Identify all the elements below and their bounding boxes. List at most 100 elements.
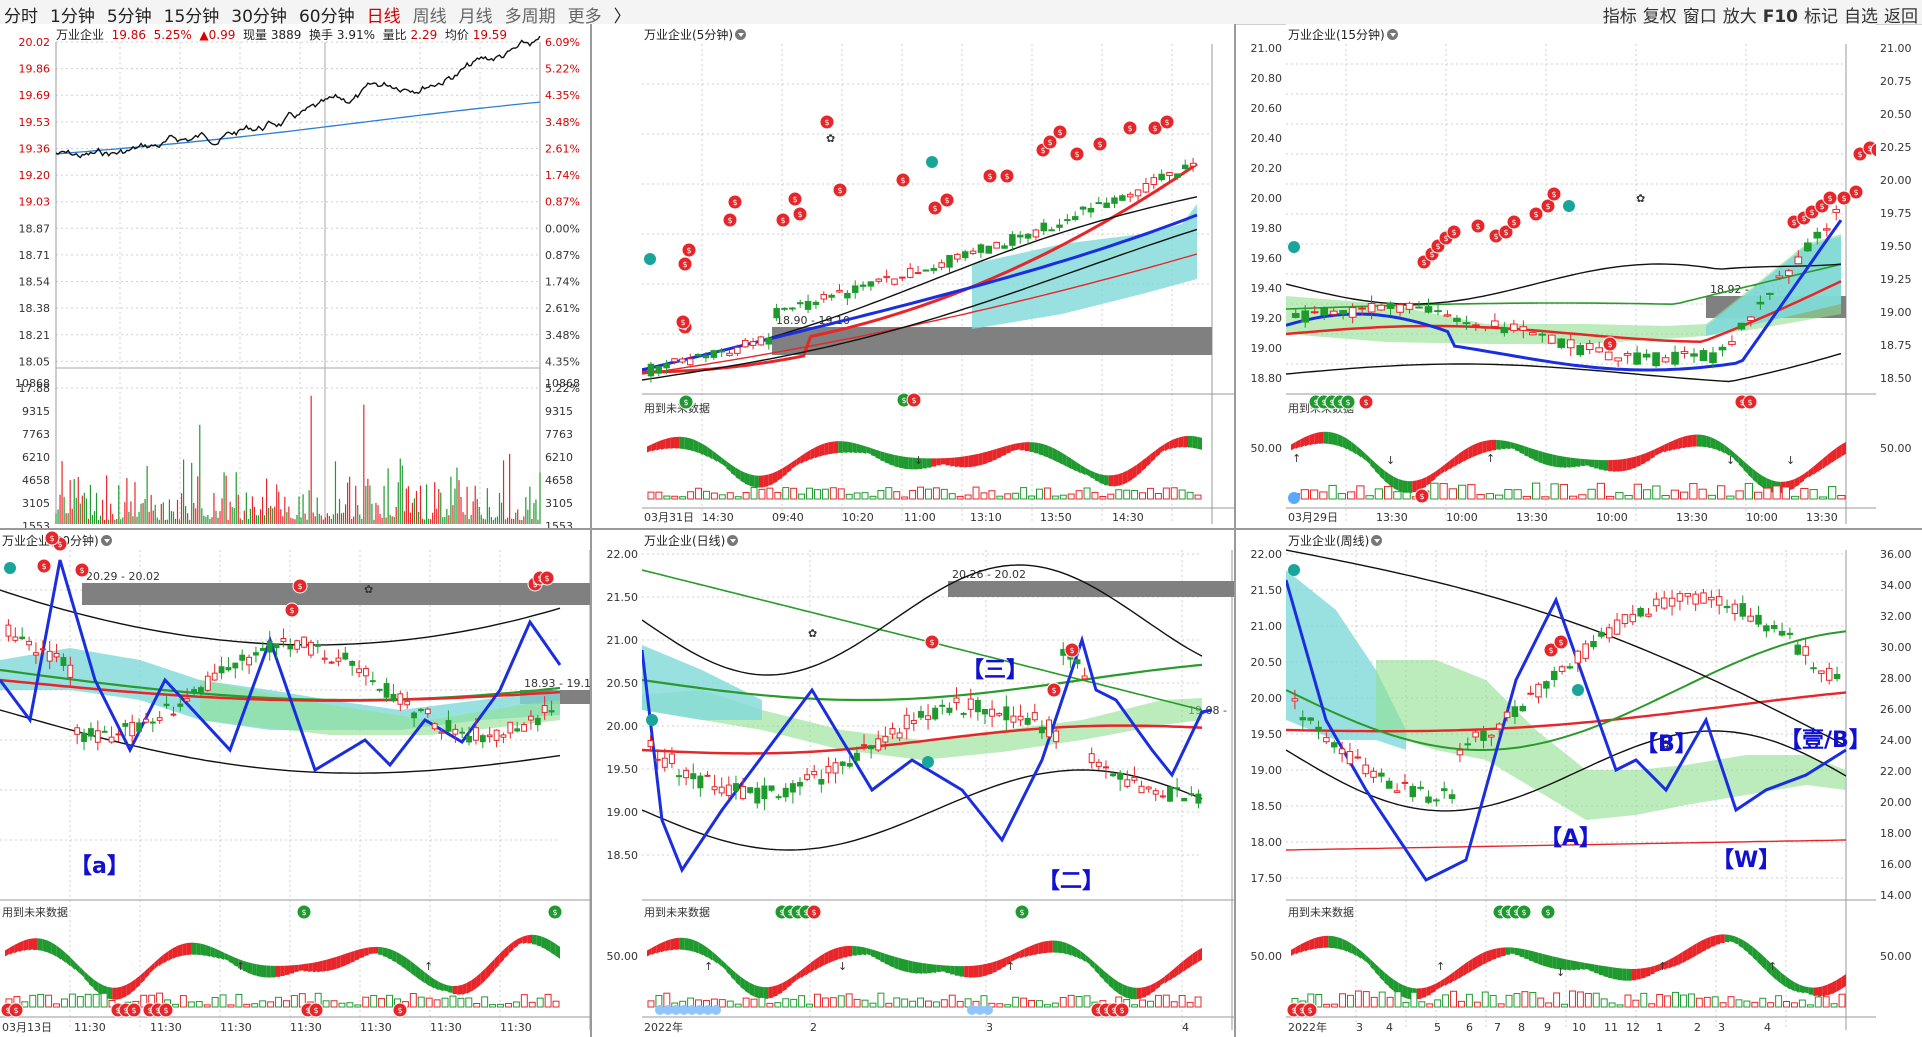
kline-candle (1590, 640, 1597, 648)
osc-volume-bar (1378, 991, 1386, 1008)
oscillator-band (1384, 470, 1389, 485)
osc-volume-bar (1806, 1004, 1814, 1008)
kline-candle (1071, 216, 1079, 220)
osc-volume-bar (1430, 482, 1439, 500)
chart-60min-panel[interactable]: 万业企业(60分钟) 20.29 - 20.0218.93 - 19.1$$$$… (0, 530, 590, 1037)
osc-volume-bar (1553, 992, 1561, 1008)
osc-volume-bar (845, 993, 853, 1008)
teal-signal-icon (644, 253, 656, 265)
osc-volume-bar (1814, 996, 1822, 1008)
butterfly-icon: ✿ (364, 583, 373, 596)
kline-candle (899, 276, 906, 279)
volume-tick: 7763 (22, 428, 50, 441)
kline-candle (1038, 726, 1045, 734)
kline-candle (1024, 717, 1031, 725)
volume-tick: 7763 (545, 428, 573, 441)
chart-60min-plot[interactable]: 20.29 - 20.0218.93 - 19.1$$$$$$$$$✿用到未来数… (0, 530, 590, 1037)
oscillator-band (112, 987, 117, 1000)
chart-15min-plot[interactable]: 18.92 - 19.10$$$$$$$$$$$$$$$$$$$$$$$✿用到未… (1286, 24, 1876, 528)
time-tick: 11:00 (904, 511, 936, 524)
signal-badge-icon-glyph: $ (1607, 340, 1612, 349)
time-tick: 10:00 (1746, 511, 1778, 524)
time-tick: 2 (810, 1021, 817, 1034)
osc-volume-bar (1123, 489, 1131, 500)
chart-15min-panel[interactable]: 万业企业(15分钟) 18.92 - 19.10 $ $ $ $ $ $ $ $ $ $ $ $ $ $ $ $… (1286, 24, 1876, 528)
chart-5min-plot[interactable]: 18.90 - 19.10$$$$$$$$$$$$$$$$$$$$$$$$✿用到… (642, 24, 1234, 528)
oscillator-band (1757, 472, 1763, 488)
osc-volume-bar (821, 488, 829, 500)
chart-5min-panel[interactable]: 万业企业(5分钟) 18.90 - 19.10 $ $ $ $ $ $ $ $ $ $ $ $ $ $ $ $ $… (642, 24, 1234, 528)
oscillator-band (513, 938, 519, 949)
price-tick: 18.50 (607, 849, 639, 862)
oscillator-band (712, 450, 717, 462)
osc-volume-bar (1703, 996, 1711, 1008)
oscillator-band (1762, 954, 1767, 972)
oscillator-band (1743, 460, 1749, 474)
kline-candle (690, 773, 697, 780)
osc-volume-bar (869, 495, 877, 500)
price-tick: 20.40 (1251, 132, 1283, 145)
osc-volume-bar (679, 496, 687, 500)
oscillator-band (1458, 450, 1464, 465)
osc-volume-bar (1537, 997, 1545, 1008)
oscillator-band (1617, 967, 1623, 981)
kline-candle (1785, 270, 1793, 277)
osc-volume-bar (1083, 995, 1091, 1008)
signal-badge-icon-glyph: $ (1421, 258, 1426, 267)
pct-tick: 0.87% (545, 196, 580, 209)
osc-volume-bar (362, 996, 370, 1008)
oscillator-band (298, 964, 304, 971)
oscillator-band (852, 442, 857, 454)
intraday-chart-panel[interactable]: 万业企业 19.86 5.25% ▲0.99 现量 3889 换手 3.91% … (0, 24, 590, 528)
kline-candle (1510, 323, 1518, 331)
oscillator-band (1132, 987, 1137, 1000)
teal-signal-icon (4, 562, 16, 574)
chart-weekly-panel[interactable]: 万业企业(周线) $ $ ✿ 用到未来数据 $ $ $ $ $ $ $ $ ↑ ↓ ↑ ↑ 2022年 3 4 5 6 7… (1286, 530, 1876, 1037)
kline-candle (1103, 202, 1110, 208)
oscillator-band (1682, 435, 1688, 449)
osc-volume-bar (1513, 489, 1522, 500)
osc-volume-bar (1315, 994, 1323, 1008)
oscillator-band (1332, 936, 1338, 949)
chart-daily-panel[interactable]: 万业企业(日线) 20.26 - 20.02 19.08 - $ $ $ ✿ 用到未来数据 $… (642, 530, 1234, 1037)
oscillator-band (1309, 938, 1315, 951)
chart-5min-left-axis (592, 24, 642, 528)
osc-volume-bar (1545, 1002, 1553, 1008)
kline-candle (1010, 715, 1017, 723)
osc-volume-bar (378, 998, 386, 1008)
oscillator-band (1654, 447, 1660, 456)
kline-candle (1417, 786, 1424, 789)
osc-volume-bar (1139, 492, 1147, 500)
oscillator-band (1472, 443, 1478, 458)
oscillator-band (978, 452, 983, 466)
oscillator-band (1626, 968, 1632, 981)
price-zone-band (82, 583, 590, 605)
price-tick: 20.25 (1880, 141, 1912, 154)
signal-badge-icon-glyph: $ (797, 210, 802, 219)
chart-weekly-plot[interactable]: $$✿用到未来数据 $ $ $ $ $$ $ $↑ ↓ ↑ ↑2022年 3 4 5 6 7 8 9 10 11 12 1… (1286, 530, 1876, 1037)
kline-candle (1723, 605, 1731, 609)
oscillator-band (1337, 433, 1343, 448)
intraday-plot[interactable]: 20.02 6.09% 19.86 5.22% 19.69 4.35% 19.53 3.48%… (0, 24, 590, 528)
oscillator-band (1584, 459, 1590, 466)
up-arrow-icon: ↑ (236, 960, 245, 973)
oscillator-band (838, 441, 843, 453)
osc-volume-bar (1822, 996, 1830, 1008)
oscillator-band (56, 945, 61, 960)
down-arrow-icon: ↓ (1556, 966, 1565, 979)
oscillator-band (471, 976, 477, 992)
oscillator-band (438, 981, 444, 992)
kline-candle (94, 730, 101, 743)
oscillator-band (70, 957, 75, 970)
kline-candle (101, 730, 108, 733)
osc-volume-bar (1012, 492, 1020, 500)
kline-candle (1488, 734, 1495, 738)
oscillator-band (214, 948, 220, 959)
oscillator-band (861, 946, 867, 956)
osc-volume-bar (1624, 494, 1633, 500)
oscillator-band (485, 963, 491, 981)
oscillator-band (1841, 441, 1846, 457)
oscillator-band (936, 964, 941, 973)
oscillator-band (1720, 441, 1725, 454)
chart-daily-plot[interactable]: 20.26 - 20.0219.08 -$$$✿用到未来数据 $ $ $ $ $ $$ $ $ $… (642, 530, 1234, 1037)
